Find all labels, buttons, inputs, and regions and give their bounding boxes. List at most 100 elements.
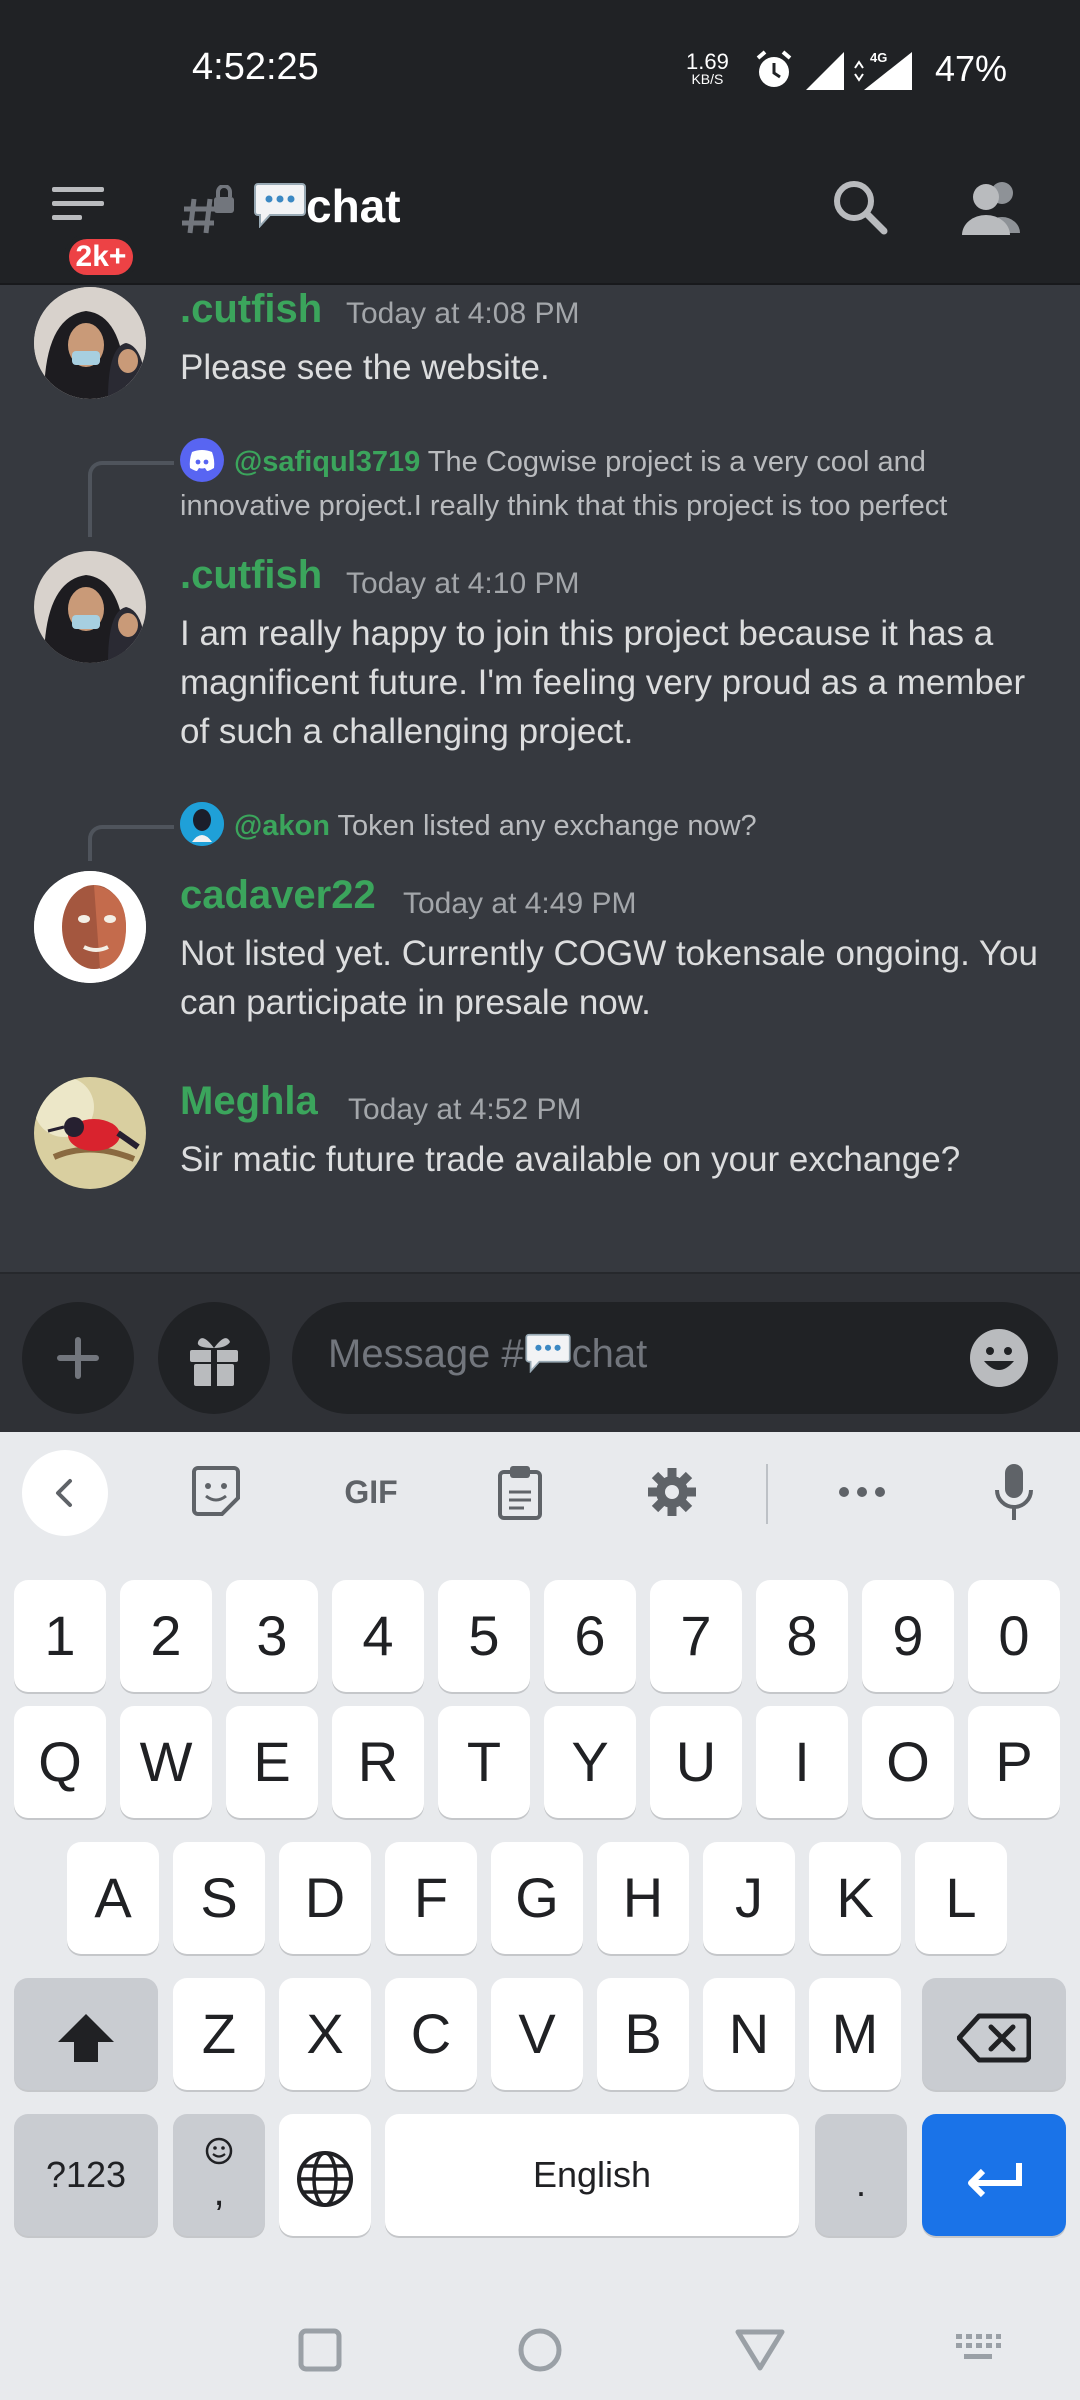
key-h[interactable]: H bbox=[597, 1842, 689, 1954]
message-list[interactable]: .cutfish Today at 4:08 PM Please see the… bbox=[0, 287, 1080, 1272]
key-z[interactable]: Z bbox=[173, 1978, 265, 2090]
key-2[interactable]: 2 bbox=[120, 1580, 212, 1692]
message-composer: Message # chat bbox=[0, 1272, 1080, 1432]
more-icon bbox=[839, 1487, 885, 1497]
key-a[interactable]: A bbox=[67, 1842, 159, 1954]
key-s[interactable]: S bbox=[173, 1842, 265, 1954]
message-author[interactable]: .cutfish bbox=[180, 553, 322, 598]
symbols-key[interactable]: ?123 bbox=[14, 2114, 158, 2236]
network-type-label: 4G bbox=[870, 50, 887, 65]
key-u[interactable]: U bbox=[650, 1706, 742, 1818]
toolbar-back-button[interactable] bbox=[22, 1450, 108, 1536]
avatar-image bbox=[34, 287, 146, 399]
signal-4g-icon: 4G bbox=[854, 50, 912, 90]
key-3[interactable]: 3 bbox=[226, 1580, 318, 1692]
key-7[interactable]: 7 bbox=[650, 1580, 742, 1692]
key-d[interactable]: D bbox=[279, 1842, 371, 1954]
clipboard-button[interactable] bbox=[490, 1462, 550, 1522]
key-0[interactable]: 0 bbox=[968, 1580, 1060, 1692]
key-l[interactable]: L bbox=[915, 1842, 1007, 1954]
message-timestamp: Today at 4:08 PM bbox=[346, 297, 580, 330]
toolbar-divider bbox=[766, 1464, 768, 1524]
add-attachment-button[interactable] bbox=[22, 1302, 134, 1414]
key-o[interactable]: O bbox=[862, 1706, 954, 1818]
period-key[interactable]: . bbox=[815, 2114, 907, 2236]
reply-preview[interactable]: @safiqul3719 The Cogwise project is a ve… bbox=[180, 438, 1050, 527]
status-icons: 4G bbox=[756, 50, 912, 90]
network-speed: 1.69 KB/S bbox=[686, 51, 729, 87]
message-input[interactable]: Message # chat bbox=[292, 1302, 1058, 1414]
reply-connector bbox=[88, 825, 174, 861]
channel-title: chat bbox=[254, 179, 401, 233]
language-key[interactable] bbox=[279, 2114, 371, 2236]
search-icon[interactable] bbox=[830, 177, 890, 237]
more-button[interactable] bbox=[832, 1462, 892, 1522]
key-y[interactable]: Y bbox=[544, 1706, 636, 1818]
reply-mention[interactable]: @akon bbox=[234, 810, 330, 842]
key-9[interactable]: 9 bbox=[862, 1580, 954, 1692]
message-text: Sir matic future trade available on your… bbox=[180, 1140, 961, 1179]
message-author[interactable]: .cutfish bbox=[180, 287, 322, 332]
recents-icon[interactable] bbox=[296, 2326, 344, 2374]
key-5[interactable]: 5 bbox=[438, 1580, 530, 1692]
message-author[interactable]: cadaver22 bbox=[180, 873, 376, 918]
avatar[interactable] bbox=[34, 871, 146, 983]
key-x[interactable]: X bbox=[279, 1978, 371, 2090]
battery-level: 47% bbox=[935, 48, 1008, 89]
key-q[interactable]: Q bbox=[14, 1706, 106, 1818]
signal-icon bbox=[806, 52, 844, 90]
shift-key[interactable] bbox=[14, 1978, 158, 2090]
key-i[interactable]: I bbox=[756, 1706, 848, 1818]
key-r[interactable]: R bbox=[332, 1706, 424, 1818]
back-icon[interactable] bbox=[734, 2326, 786, 2374]
status-time: 4:52:25 bbox=[192, 46, 319, 88]
alarm-icon bbox=[756, 50, 792, 87]
key-b[interactable]: B bbox=[597, 1978, 689, 2090]
key-w[interactable]: W bbox=[120, 1706, 212, 1818]
gift-button[interactable] bbox=[158, 1302, 270, 1414]
menu-button[interactable]: 2k+ bbox=[44, 179, 140, 280]
enter-key[interactable] bbox=[922, 2114, 1066, 2236]
shift-icon bbox=[58, 2014, 114, 2063]
soft-keyboard: G I F 1 2 3 4 5 6 7 8 9 0 Q W E R T Y U I … bbox=[0, 1432, 1080, 2400]
menu-icon bbox=[52, 187, 104, 220]
reply-avatar-image bbox=[180, 802, 224, 847]
key-p[interactable]: P bbox=[968, 1706, 1060, 1818]
speech-bubble-icon bbox=[254, 183, 306, 229]
key-v[interactable]: V bbox=[491, 1978, 583, 2090]
members-icon[interactable] bbox=[960, 177, 1026, 237]
key-j[interactable]: J bbox=[703, 1842, 795, 1954]
key-c[interactable]: C bbox=[385, 1978, 477, 2090]
key-n[interactable]: N bbox=[703, 1978, 795, 2090]
key-m[interactable]: M bbox=[809, 1978, 901, 2090]
key-g[interactable]: G bbox=[491, 1842, 583, 1954]
space-key[interactable]: English bbox=[385, 2114, 799, 2236]
key-4[interactable]: 4 bbox=[332, 1580, 424, 1692]
discord-logo-icon bbox=[189, 450, 215, 472]
sticker-button[interactable] bbox=[186, 1462, 246, 1522]
avatar[interactable] bbox=[34, 551, 146, 663]
key-1[interactable]: 1 bbox=[14, 1580, 106, 1692]
reply-preview[interactable]: @akon Token listed any exchange now? bbox=[180, 802, 1050, 849]
avatar[interactable] bbox=[34, 287, 146, 399]
home-icon[interactable] bbox=[516, 2326, 564, 2374]
smiley-icon[interactable] bbox=[968, 1327, 1030, 1389]
keyboard-settings-button[interactable] bbox=[642, 1462, 702, 1522]
key-k[interactable]: K bbox=[809, 1842, 901, 1954]
key-e[interactable]: E bbox=[226, 1706, 318, 1818]
emoji-comma-key[interactable]: , bbox=[173, 2114, 265, 2236]
message-timestamp: Today at 4:49 PM bbox=[403, 887, 637, 920]
voice-input-button[interactable] bbox=[984, 1462, 1044, 1522]
key-6[interactable]: 6 bbox=[544, 1580, 636, 1692]
key-8[interactable]: 8 bbox=[756, 1580, 848, 1692]
gif-button[interactable]: GIF bbox=[336, 1462, 406, 1522]
avatar[interactable] bbox=[34, 1077, 146, 1189]
message-author[interactable]: Meghla bbox=[180, 1079, 318, 1124]
keyboard-hide-icon[interactable] bbox=[954, 2332, 1002, 2368]
key-t[interactable]: T bbox=[438, 1706, 530, 1818]
globe-icon bbox=[297, 2151, 353, 2208]
key-f[interactable]: F bbox=[385, 1842, 477, 1954]
reply-connector bbox=[88, 461, 174, 537]
backspace-key[interactable] bbox=[922, 1978, 1066, 2090]
reply-mention[interactable]: @safiqul3719 bbox=[234, 446, 420, 478]
